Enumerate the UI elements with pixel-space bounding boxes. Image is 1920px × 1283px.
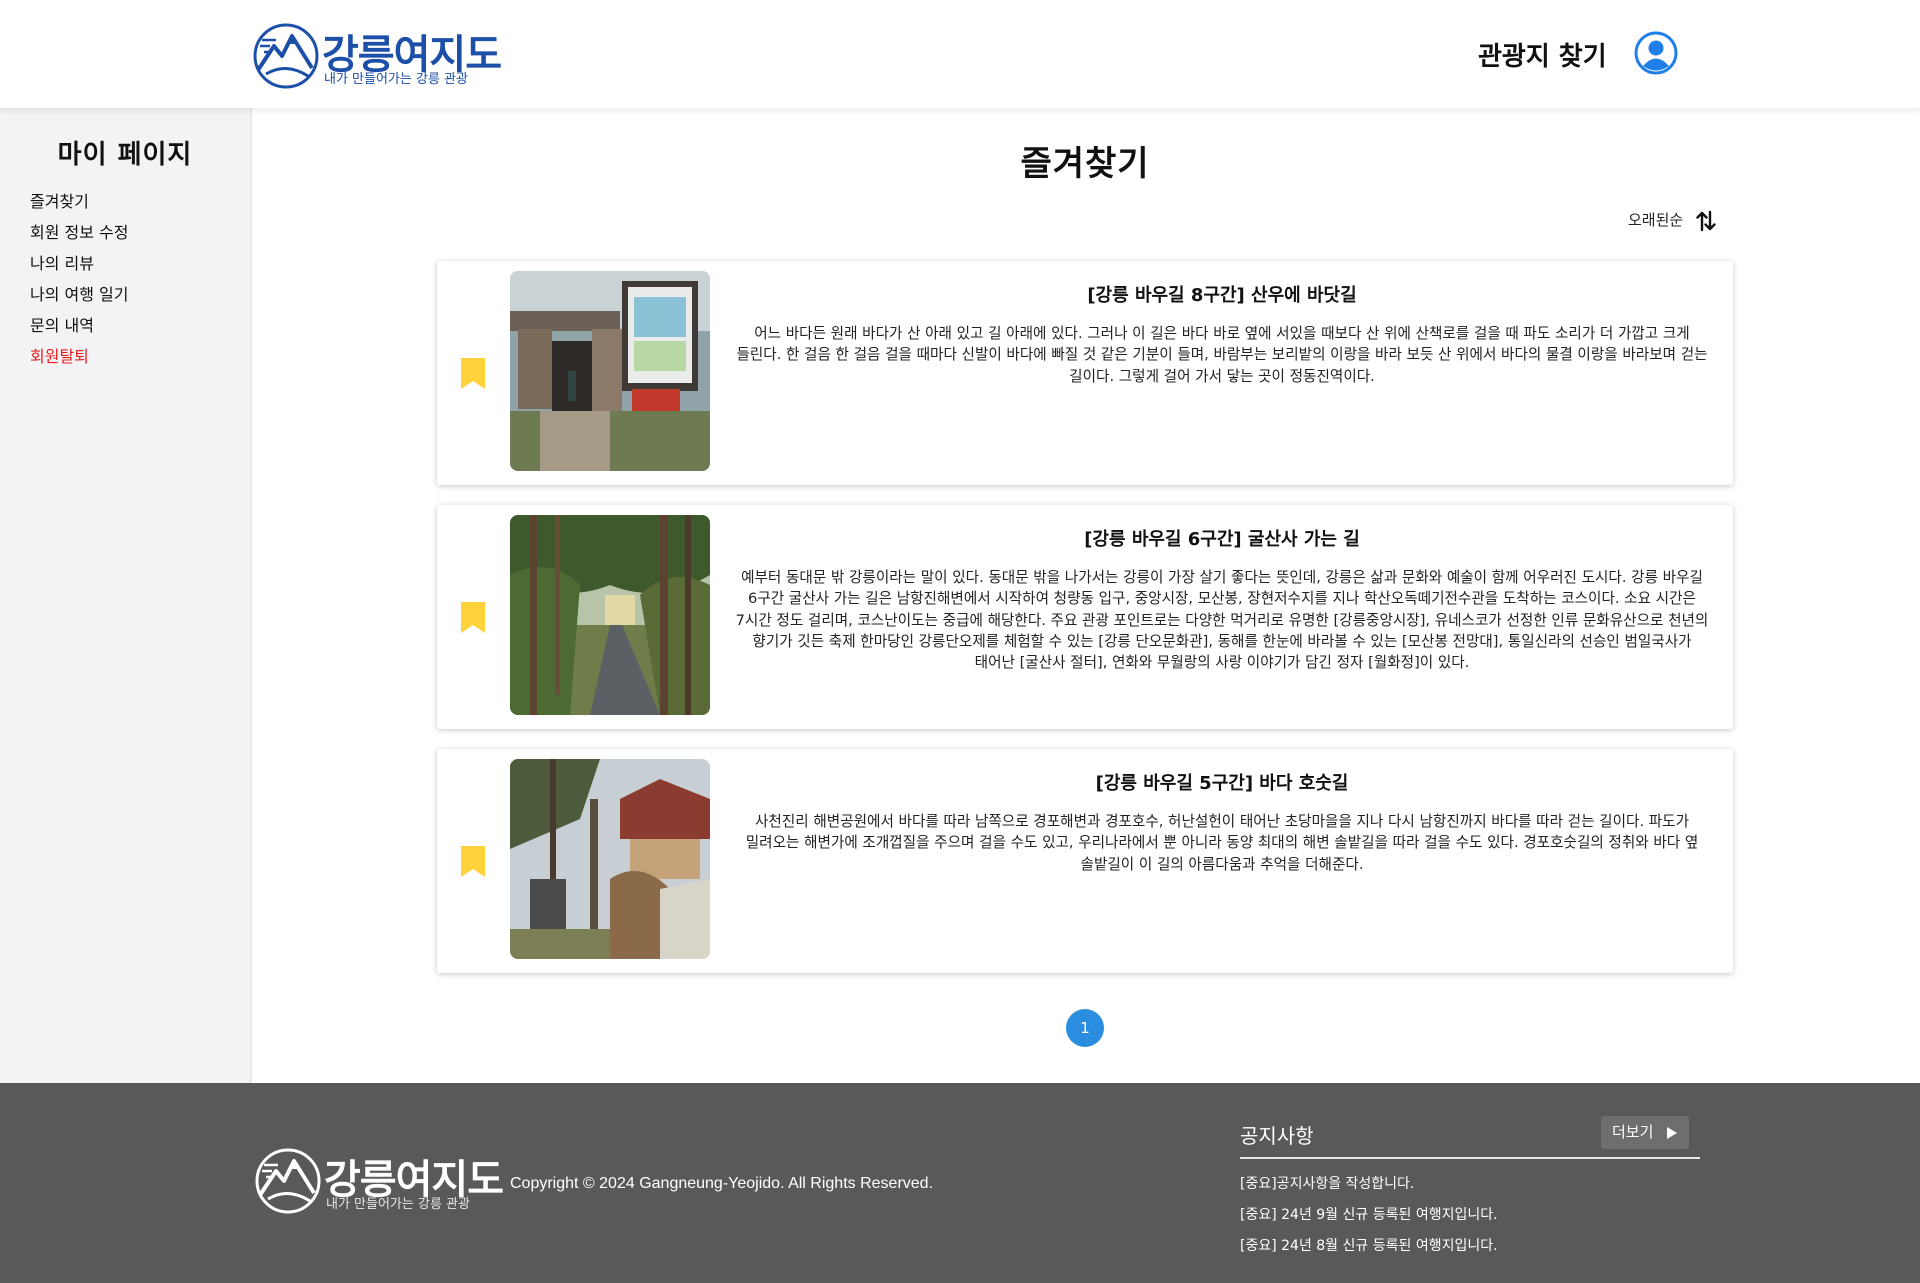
bookmark-icon[interactable] [461,358,485,389]
favorite-card[interactable]: [강릉 바우길 8구간] 산우에 바닷길 어느 바다든 원래 바다가 산 아래 … [437,261,1733,485]
sidebar-item-my-reviews[interactable]: 나의 리뷰 [30,250,129,281]
card-description: 어느 바다든 원래 바다가 산 아래 있고 길 아래에 있다. 그러나 이 길은… [736,325,1708,385]
trail-photo-image [510,515,710,715]
notice-list: [중요]공지사항을 작성합니다. [중요] 24년 9월 신규 등록된 여행지입… [1240,1173,1498,1266]
favorite-card[interactable]: [강릉 바우길 6구간] 굴산사 가는 길 예부터 동대문 밖 강릉이라는 말이… [437,505,1733,729]
card-thumbnail[interactable] [510,271,710,471]
site-footer: 강릉여지도 내가 만들어가는 강릉 관광 Copyright © 2024 Ga… [0,1083,1920,1283]
sidebar-item-inquiries[interactable]: 문의 내역 [30,312,129,343]
card-title[interactable]: [강릉 바우길 8구간] 산우에 바닷길 [735,281,1709,307]
page-title: 즐겨찾기 [1020,144,1150,184]
notice-item[interactable]: [중요] 24년 9월 신규 등록된 여행지입니다. [1240,1204,1498,1235]
more-button-label: 더보기 [1612,1123,1654,1141]
card-thumbnail[interactable] [510,759,710,959]
sort-label: 오래된순 [1628,211,1684,229]
footer-logo[interactable]: 강릉여지도 내가 만들어가는 강릉 관광 [254,1145,504,1215]
trail-photo-image [510,759,710,959]
card-thumbnail[interactable] [510,515,710,715]
notice-more-button[interactable]: 더보기 [1601,1116,1689,1149]
sidebar-item-favorites[interactable]: 즐겨찾기 [30,188,129,219]
notice-item[interactable]: [중요]공지사항을 작성합니다. [1240,1173,1498,1204]
nav-find-attractions[interactable]: 관광지 찾기 [1478,36,1607,73]
logo-slogan: 내가 만들어가는 강릉 관광 [324,72,468,87]
play-arrow-icon [1667,1127,1677,1139]
sidebar-menu: 즐겨찾기 회원 정보 수정 나의 리뷰 나의 여행 일기 문의 내역 회원탈퇴 [30,188,129,374]
sort-toggle[interactable]: 오래된순 [1628,209,1716,233]
site-logo[interactable]: 강릉여지도 내가 만들어가는 강릉 관광 [252,20,502,90]
pagination-page-1[interactable]: 1 [1066,1009,1104,1047]
sidebar-item-travel-diary[interactable]: 나의 여행 일기 [30,281,129,312]
card-description: 예부터 동대문 밖 강릉이라는 말이 있다. 동대문 밖을 나가서는 강릉이 가… [735,569,1709,672]
bookmark-icon[interactable] [461,602,485,633]
mypage-sidebar: 마이 페이지 즐겨찾기 회원 정보 수정 나의 리뷰 나의 여행 일기 문의 내… [0,108,252,1083]
logo-mountain-icon [255,1148,321,1214]
logo-mountain-icon [253,23,319,89]
notice-item[interactable]: [중요] 24년 8월 신규 등록된 여행지입니다. [1240,1235,1498,1266]
card-description: 사천진리 해변공원에서 바다를 따라 남쪽으로 경포해변과 경포호수, 허난설헌… [745,813,1699,873]
user-profile-icon[interactable] [1634,31,1678,75]
sidebar-item-edit-profile[interactable]: 회원 정보 수정 [30,219,129,250]
footer-logo-slogan: 내가 만들어가는 강릉 관광 [326,1197,470,1212]
card-title[interactable]: [강릉 바우길 6구간] 굴산사 가는 길 [735,525,1709,551]
trail-photo-image [510,271,710,471]
notice-divider [1240,1157,1700,1159]
sort-arrows-icon [1696,210,1716,231]
card-title[interactable]: [강릉 바우길 5구간] 바다 호숫길 [735,769,1709,795]
notice-title: 공지사항 [1240,1124,1314,1148]
sidebar-item-withdraw[interactable]: 회원탈퇴 [30,343,129,374]
copyright-text: Copyright © 2024 Gangneung-Yeojido. All … [510,1175,934,1192]
favorite-card[interactable]: [강릉 바우길 5구간] 바다 호숫길 사천진리 해변공원에서 바다를 따라 남… [437,749,1733,973]
sidebar-title: 마이 페이지 [57,140,193,170]
bookmark-icon[interactable] [461,846,485,877]
site-header: 강릉여지도 내가 만들어가는 강릉 관광 관광지 찾기 [0,0,1920,108]
